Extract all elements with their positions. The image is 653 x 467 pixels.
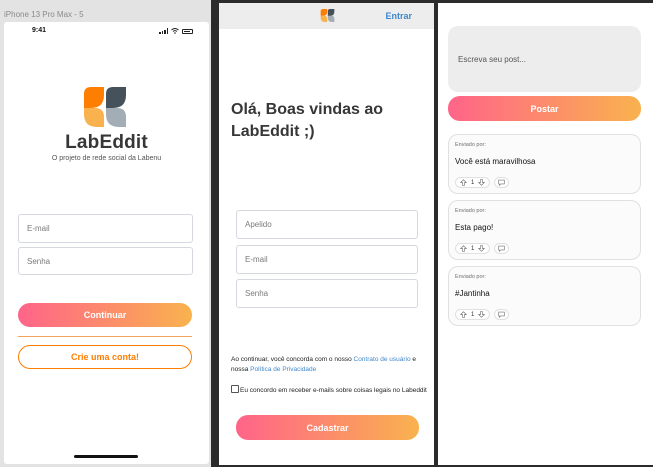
battery-icon	[182, 28, 193, 34]
login-screen: 9:41 LabEddit O projeto de rede social d…	[4, 22, 209, 464]
signup-screen: Entrar Olá, Boas vindas ao LabEddit ;) A…	[219, 3, 434, 465]
post-text: Esta pago!	[455, 223, 494, 232]
consent-checkbox[interactable]	[231, 385, 239, 393]
vote-control: 1	[455, 309, 491, 320]
post-card: Enviado por: Esta pago! 1	[448, 200, 641, 260]
consent-row: Eu concordo em receber e-mails sobre coi…	[231, 385, 427, 396]
labeddit-logo	[320, 8, 335, 23]
comment-button[interactable]	[494, 309, 510, 320]
status-time: 9:41	[32, 27, 47, 34]
vote-count: 1	[471, 245, 475, 252]
post-text: Você está maravilhosa	[455, 157, 536, 166]
email-field[interactable]	[236, 245, 418, 274]
privacy-policy-link[interactable]: Política de Privacidade	[250, 366, 316, 373]
home-indicator	[74, 455, 138, 458]
create-account-button[interactable]: Crie uma conta!	[18, 345, 192, 369]
password-field[interactable]	[236, 279, 418, 308]
comment-icon	[498, 245, 505, 252]
status-bar: 9:41	[4, 22, 209, 40]
divider	[18, 336, 192, 337]
vote-control: 1	[455, 243, 491, 254]
frame-caption: iPhone 13 Pro Max - 5	[4, 10, 84, 19]
comment-button[interactable]	[494, 177, 510, 188]
password-field[interactable]	[18, 247, 193, 275]
post-actions: 1	[455, 309, 510, 320]
signup-button[interactable]: Cadastrar	[236, 415, 419, 440]
header: Entrar	[219, 3, 434, 29]
welcome-heading: Olá, Boas vindas ao LabEddit ;)	[231, 101, 384, 140]
status-icons	[159, 28, 193, 34]
nickname-field[interactable]	[236, 210, 418, 239]
wifi-icon	[171, 28, 179, 34]
downvote-arrow-icon[interactable]	[478, 245, 486, 252]
labeddit-logo	[84, 87, 126, 127]
comment-icon	[498, 311, 505, 318]
vote-count: 1	[471, 311, 475, 318]
post-author-label: Enviado por:	[455, 208, 486, 214]
login-link[interactable]: Entrar	[385, 11, 412, 21]
signal-icon	[159, 28, 168, 34]
post-card: Enviado por: #Jantinha 1	[448, 266, 641, 326]
comment-button[interactable]	[494, 243, 510, 254]
downvote-arrow-icon[interactable]	[478, 311, 486, 318]
upvote-arrow-icon[interactable]	[460, 311, 467, 318]
upvote-arrow-icon[interactable]	[460, 245, 467, 252]
brand-title: LabEddit	[65, 132, 148, 153]
consent-label: Eu concordo em receber e-mails sobre coi…	[240, 387, 427, 394]
post-actions: 1	[455, 177, 510, 188]
brand-subtitle: O projeto de rede social da Labenu	[51, 155, 162, 162]
frame-1-canvas: iPhone 13 Pro Max - 5 9:41 LabEddit O pr…	[0, 0, 211, 467]
continue-button[interactable]: Continuar	[18, 303, 192, 327]
feed-screen: Escreva seu post... Postar Enviado por: …	[438, 3, 653, 465]
terms-prefix: Ao continuar, você concorda com o nosso	[231, 356, 354, 363]
downvote-arrow-icon[interactable]	[478, 179, 486, 186]
post-text: #Jantinha	[455, 289, 490, 298]
vote-control: 1	[455, 177, 491, 188]
terms-text: Ao continuar, você concorda com o nosso …	[231, 355, 427, 375]
post-card: Enviado por: Você está maravilhosa 1	[448, 134, 641, 194]
post-actions: 1	[455, 243, 510, 254]
email-field[interactable]	[18, 214, 193, 243]
post-input[interactable]: Escreva seu post...	[448, 26, 641, 92]
upvote-arrow-icon[interactable]	[460, 179, 467, 186]
vote-count: 1	[471, 179, 475, 186]
post-author-label: Enviado por:	[455, 142, 486, 148]
post-author-label: Enviado por:	[455, 274, 486, 280]
comment-icon	[498, 179, 505, 186]
post-button[interactable]: Postar	[448, 96, 641, 121]
user-contract-link[interactable]: Contrato de usuário	[354, 356, 411, 363]
